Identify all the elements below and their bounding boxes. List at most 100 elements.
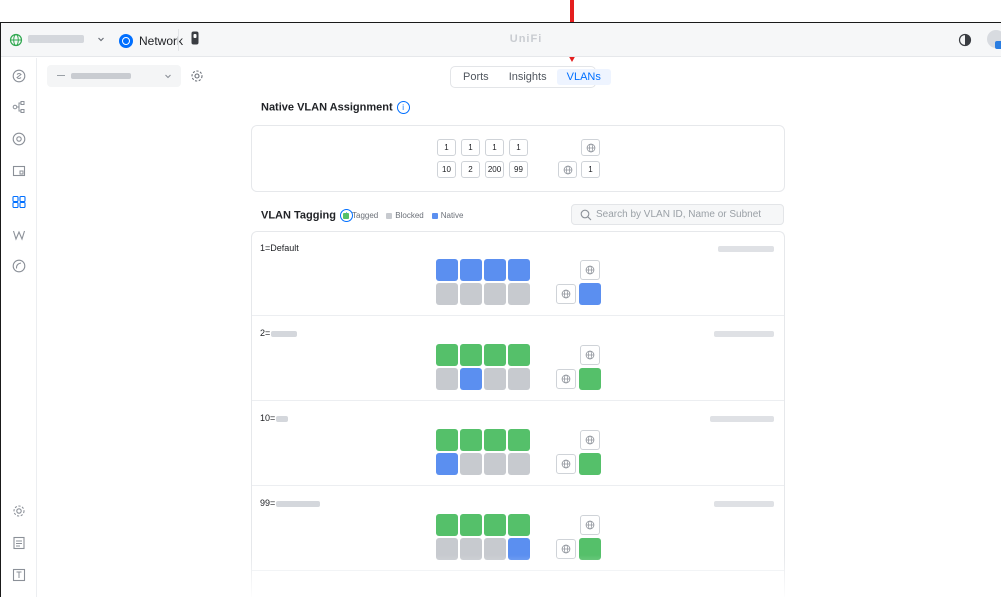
device-status-indicator [57, 75, 65, 76]
native-vlan-port-5[interactable]: 10 [437, 161, 456, 178]
vlan-uplink-cell-native[interactable] [579, 283, 601, 305]
theme-toggle-icon[interactable] [958, 33, 972, 47]
vlan-search-input[interactable] [596, 207, 776, 222]
native-vlan-title-text: Native VLAN Assignment [261, 101, 393, 114]
search-icon [580, 209, 592, 221]
vlan-port-cell-blocked[interactable] [460, 283, 482, 305]
globe-icon [585, 265, 595, 275]
topology-icon[interactable] [12, 100, 26, 114]
vlan-wan-port-2[interactable] [556, 539, 576, 559]
globe-icon[interactable] [9, 33, 23, 47]
vlan-port-cell-tagged[interactable] [436, 514, 458, 536]
native-vlan-port-4[interactable]: 1 [509, 139, 528, 156]
topbar-divider [178, 29, 179, 51]
vlan-port-cell-tagged[interactable] [460, 429, 482, 451]
whats-new-icon[interactable] [12, 568, 26, 582]
device-selector[interactable] [47, 65, 181, 87]
vlan-port-cell-blocked[interactable] [484, 538, 506, 560]
site-name-redacted[interactable] [28, 35, 84, 43]
vlan-port-cell-native[interactable] [460, 368, 482, 390]
native-vlan-port-2[interactable]: 1 [461, 139, 480, 156]
vlan-uplink-cell-tagged[interactable] [579, 538, 601, 560]
vlan-port-cell-native[interactable] [508, 259, 530, 281]
legend-tagged: Tagged [343, 211, 378, 220]
vlan-port-cell-blocked[interactable] [508, 368, 530, 390]
vlan-port-cell-tagged[interactable] [460, 344, 482, 366]
vlan-uplink-cell-tagged[interactable] [579, 368, 601, 390]
row-divider [252, 315, 784, 316]
vlan-port-cell-tagged[interactable] [436, 429, 458, 451]
vlan-port-cell-tagged[interactable] [508, 344, 530, 366]
vlan-port-cell-tagged[interactable] [484, 344, 506, 366]
vlan-row-label: 2= [260, 328, 298, 338]
native-vlan-port-3[interactable]: 1 [485, 139, 504, 156]
vlan-port-cell-native[interactable] [460, 259, 482, 281]
device-settings-icon[interactable] [190, 69, 204, 83]
native-vlan-wan-port-2[interactable] [558, 161, 577, 178]
vlan-port-cell-blocked[interactable] [436, 538, 458, 560]
globe-icon [585, 350, 595, 360]
vlan-port-cell-blocked[interactable] [508, 453, 530, 475]
vlan-wan-port[interactable] [580, 430, 600, 450]
vlan-port-cell-blocked[interactable] [508, 283, 530, 305]
vlan-port-cell-native[interactable] [436, 259, 458, 281]
network-app-icon [119, 34, 133, 48]
vlan-port-cell-tagged[interactable] [436, 344, 458, 366]
vlan-subnet-redacted [718, 246, 774, 252]
vlan-port-cell-native[interactable] [484, 259, 506, 281]
vlan-subnet-redacted [714, 331, 774, 337]
native-vlan-port-1[interactable]: 1 [437, 139, 456, 156]
shield-icon[interactable] [12, 259, 26, 273]
sidebar [1, 58, 37, 597]
globe-icon [561, 459, 571, 469]
vlan-subnet-redacted [714, 501, 774, 507]
vlan-wan-port-2[interactable] [556, 454, 576, 474]
vlan-port-cell-tagged[interactable] [508, 514, 530, 536]
vlan-wan-port[interactable] [580, 515, 600, 535]
tab-ports[interactable]: Ports [453, 69, 499, 85]
native-vlan-wan-port[interactable] [581, 139, 600, 156]
vlan-port-cell-blocked[interactable] [484, 368, 506, 390]
ports-icon[interactable] [12, 195, 26, 209]
vlan-wan-port-2[interactable] [556, 284, 576, 304]
vlan-port-cell-tagged[interactable] [484, 429, 506, 451]
vlan-uplink-cell-tagged[interactable] [579, 453, 601, 475]
vlan-port-cell-tagged[interactable] [484, 514, 506, 536]
device-icon[interactable] [191, 31, 199, 45]
chevron-down-icon[interactable] [96, 34, 106, 44]
native-vlan-port-6[interactable]: 2 [461, 161, 480, 178]
vlan-port-cell-blocked[interactable] [460, 538, 482, 560]
vlan-port-cell-blocked[interactable] [484, 453, 506, 475]
vlan-legend: Tagged Blocked Native [343, 211, 463, 220]
vlan-wan-port[interactable] [580, 345, 600, 365]
vlan-name-redacted [276, 500, 321, 507]
vlan-port-cell-tagged[interactable] [460, 514, 482, 536]
vlan-name: 2= [260, 328, 271, 338]
clients-icon[interactable] [12, 164, 26, 178]
dashboard-icon[interactable] [12, 69, 26, 83]
native-vlan-port-7[interactable]: 200 [485, 161, 504, 178]
tab-insights[interactable]: Insights [499, 69, 557, 85]
vlan-port-cell-native[interactable] [508, 538, 530, 560]
info-icon[interactable]: i [396, 101, 410, 114]
globe-icon [561, 289, 571, 299]
network-app-button[interactable]: Network [119, 32, 183, 50]
insights-icon[interactable] [12, 228, 26, 242]
vlan-port-cell-tagged[interactable] [508, 429, 530, 451]
vlan-port-cell-blocked[interactable] [484, 283, 506, 305]
native-vlan-uplink-port[interactable]: 1 [581, 161, 600, 178]
devices-icon[interactable] [12, 132, 26, 146]
vlan-wan-port-2[interactable] [556, 369, 576, 389]
globe-icon [585, 520, 595, 530]
tab-vlans[interactable]: VLANs [556, 69, 611, 85]
notes-icon[interactable] [12, 536, 26, 550]
vlan-port-cell-native[interactable] [436, 453, 458, 475]
vlan-port-cell-blocked[interactable] [436, 283, 458, 305]
native-vlan-port-8[interactable]: 99 [509, 161, 528, 178]
native-vlan-card [251, 125, 785, 192]
gear-icon[interactable] [12, 504, 26, 518]
globe-icon [585, 435, 595, 445]
vlan-port-cell-blocked[interactable] [436, 368, 458, 390]
vlan-wan-port[interactable] [580, 260, 600, 280]
vlan-port-cell-blocked[interactable] [460, 453, 482, 475]
